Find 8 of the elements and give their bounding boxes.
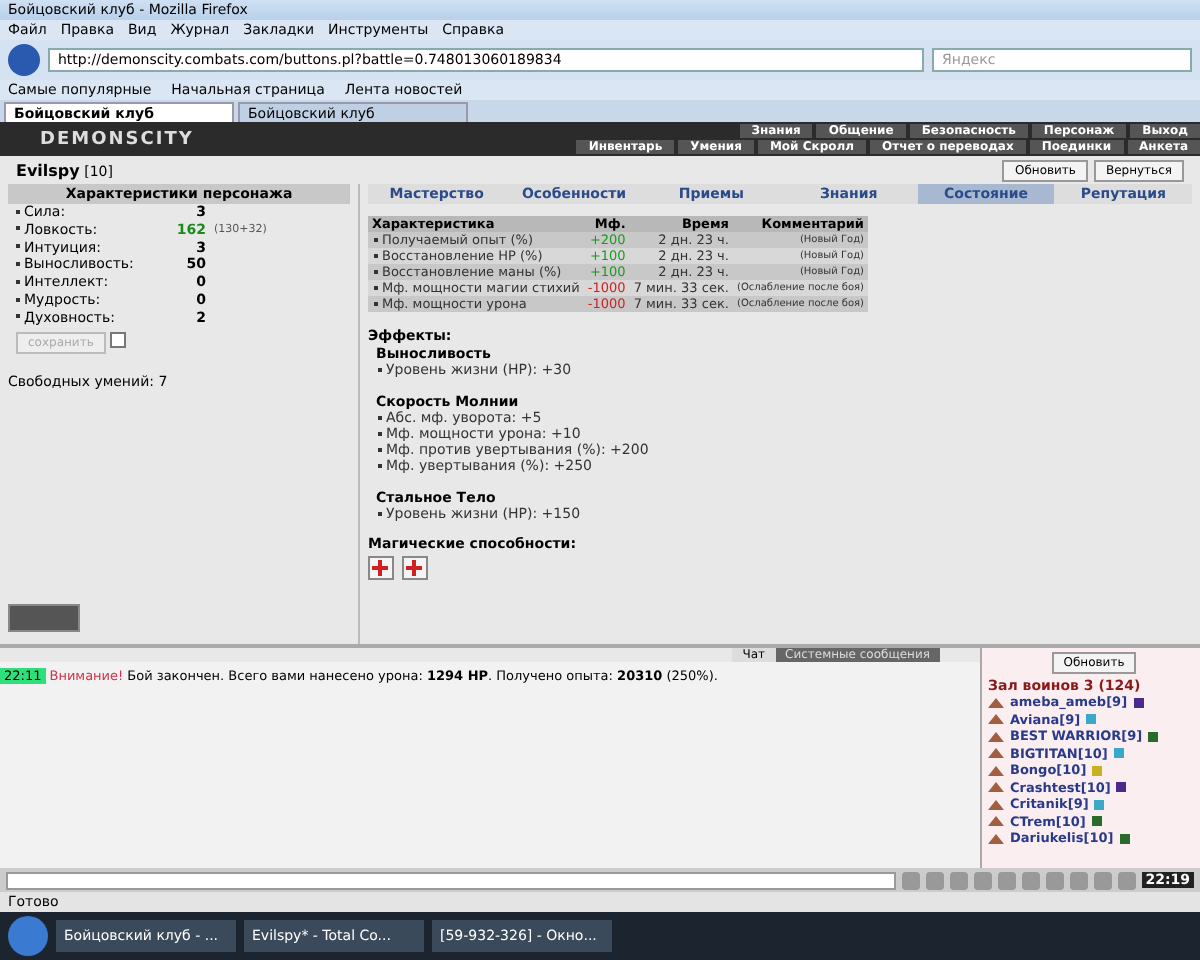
character-name: Evilspy bbox=[16, 161, 80, 179]
plus-icon[interactable] bbox=[402, 556, 430, 580]
plus-icon[interactable] bbox=[368, 556, 396, 580]
checkbox[interactable] bbox=[109, 331, 126, 348]
start-button[interactable] bbox=[8, 916, 48, 956]
chat-input[interactable] bbox=[6, 871, 896, 889]
back-button[interactable] bbox=[8, 44, 40, 76]
game-logo: DEMONSCITY bbox=[38, 129, 194, 149]
